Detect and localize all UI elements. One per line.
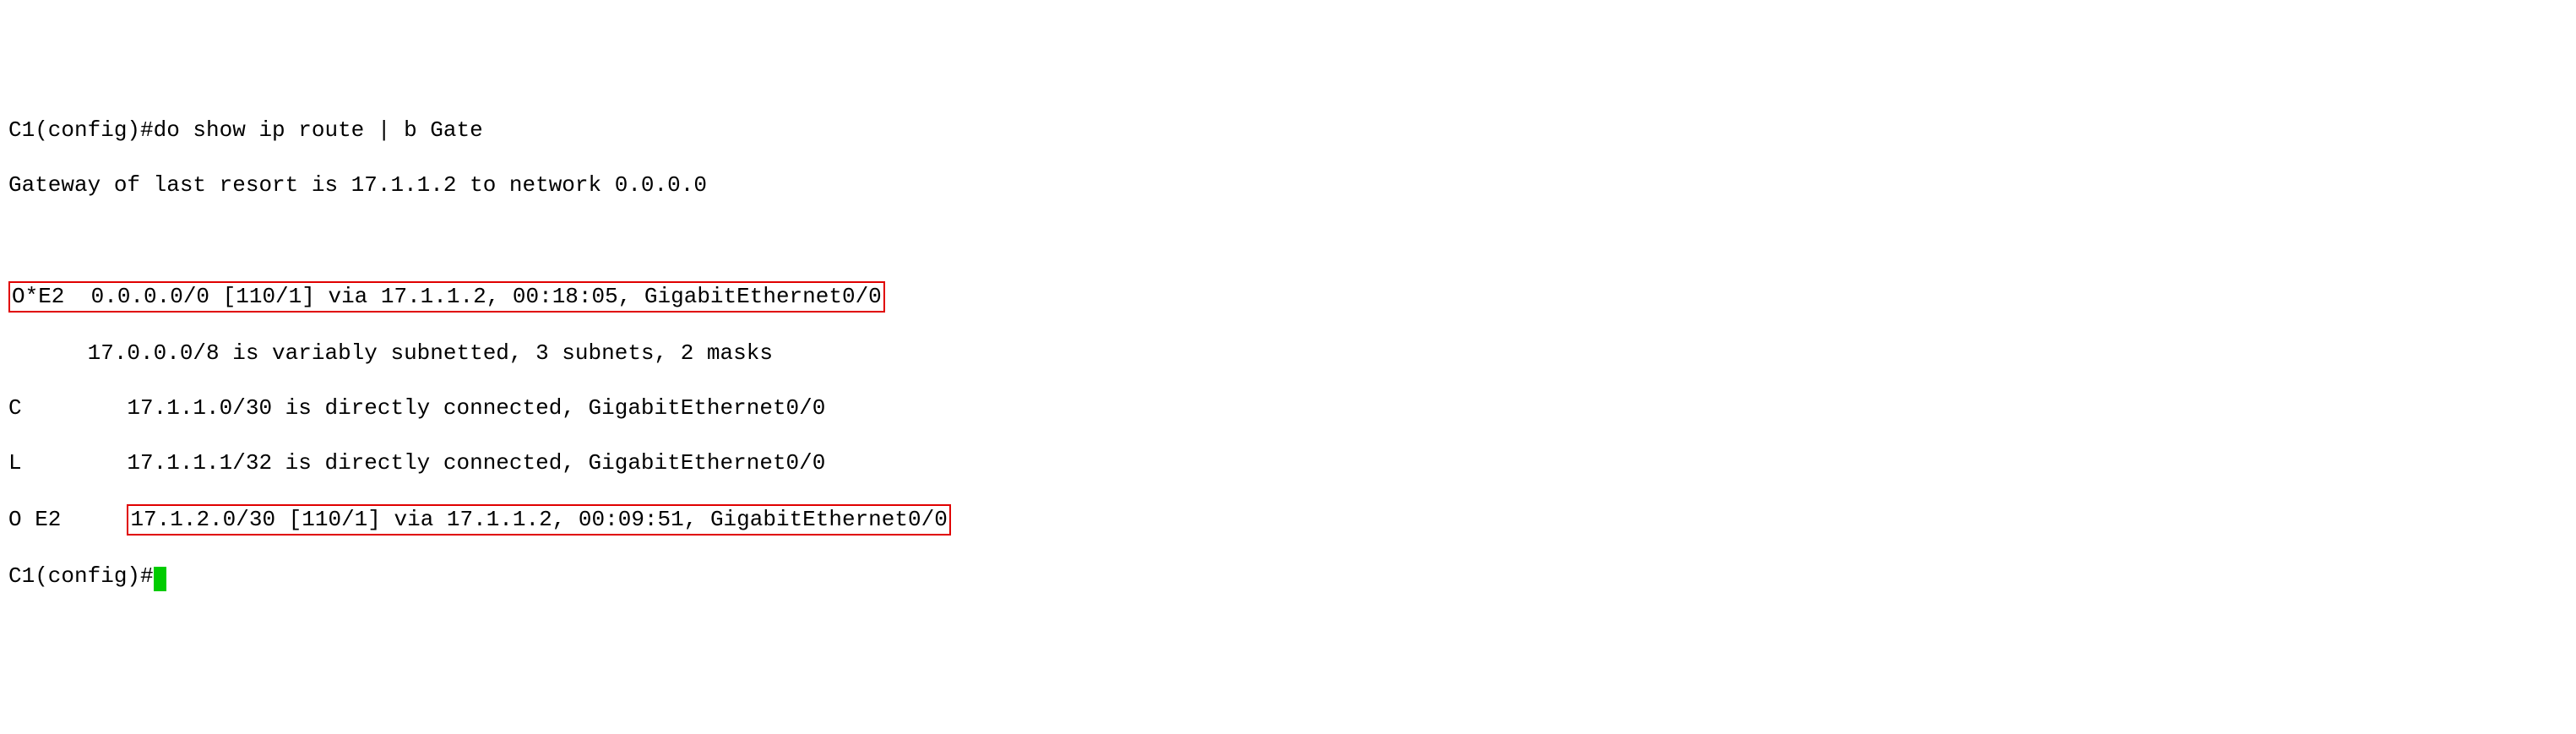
blank-line	[8, 226, 2568, 254]
terminal-cursor	[154, 567, 167, 591]
gateway-line: Gateway of last resort is 17.1.1.2 to ne…	[8, 171, 2568, 199]
default-route-boxed: O*E2 0.0.0.0/0 [110/1] via 17.1.1.2, 00:…	[8, 281, 885, 313]
default-route-row: O*E2 0.0.0.0/0 [110/1] via 17.1.1.2, 00:…	[8, 281, 2568, 313]
ospf-e2-row: O E2 17.1.2.0/30 [110/1] via 17.1.1.2, 0…	[8, 504, 2568, 536]
prompt-line[interactable]: C1(config)#	[8, 563, 2568, 590]
local-route-line: L 17.1.1.1/32 is directly connected, Gig…	[8, 449, 2568, 477]
ospf-e2-prefix: O E2	[8, 507, 127, 532]
connected-route-line: C 17.1.1.0/30 is directly connected, Gig…	[8, 394, 2568, 422]
prompt-text: C1(config)#	[8, 563, 154, 589]
cli-command-line: C1(config)#do show ip route | b Gate	[8, 117, 2568, 144]
ospf-e2-boxed: 17.1.2.0/30 [110/1] via 17.1.1.2, 00:09:…	[127, 504, 950, 536]
subnet-header-line: 17.0.0.0/8 is variably subnetted, 3 subn…	[8, 340, 2568, 367]
